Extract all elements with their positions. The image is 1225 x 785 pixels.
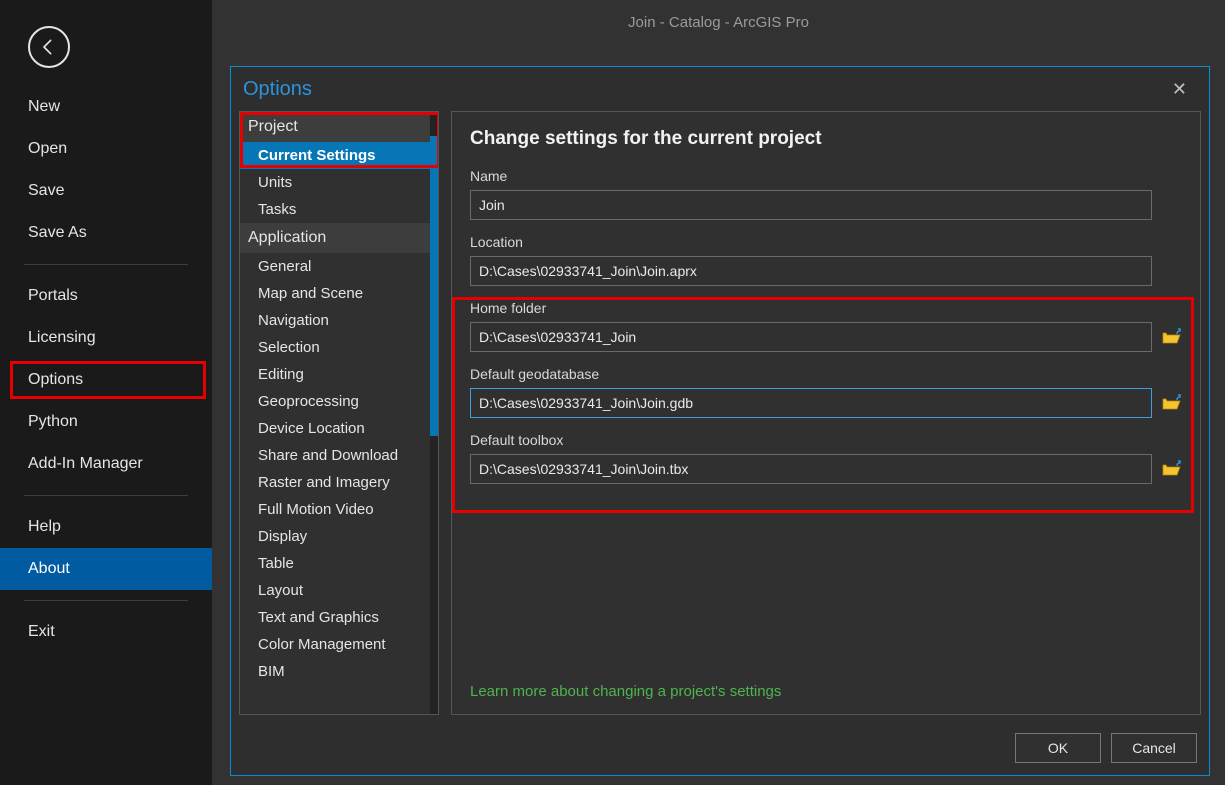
backstage-items: NewOpenSaveSave As PortalsLicensingOption… [0,86,212,653]
dialog-title: Options [243,78,312,101]
backstage-item-licensing[interactable]: Licensing [0,317,212,359]
tree-item-current-settings[interactable]: Current Settings [240,142,430,169]
tree-item-color-management[interactable]: Color Management [240,631,430,658]
browse-toolbox-button[interactable] [1162,460,1182,478]
folder-open-icon [1162,460,1182,478]
tree-item-raster-and-imagery[interactable]: Raster and Imagery [240,469,430,496]
options-tree-inner: ProjectCurrent SettingsUnitsTasksApplica… [240,112,430,714]
tree-item-table[interactable]: Table [240,550,430,577]
cancel-button[interactable]: Cancel [1111,733,1197,763]
back-button[interactable] [28,26,70,68]
dialog-body: ProjectCurrent SettingsUnitsTasksApplica… [239,111,1201,715]
tree-scroll-thumb[interactable] [430,136,438,436]
field-location: Location [470,234,1182,286]
panel-heading: Change settings for the current project [470,128,1182,150]
backstage-item-new[interactable]: New [0,86,212,128]
backstage-sidebar: NewOpenSaveSave As PortalsLicensingOption… [0,0,212,785]
browse-geodatabase-button[interactable] [1162,394,1182,412]
backstage-item-save-as[interactable]: Save As [0,212,212,254]
tree-item-bim[interactable]: BIM [240,658,430,685]
tree-item-device-location[interactable]: Device Location [240,415,430,442]
sidebar-separator [24,495,188,496]
home-folder-input[interactable] [470,322,1152,352]
location-label: Location [470,234,1182,250]
geodatabase-label: Default geodatabase [470,366,1182,382]
learn-more-link[interactable]: Learn more about changing a project's se… [470,683,781,700]
name-input[interactable] [470,190,1152,220]
tree-item-map-and-scene[interactable]: Map and Scene [240,280,430,307]
options-content-panel: Change settings for the current project … [451,111,1201,715]
tree-item-general[interactable]: General [240,253,430,280]
close-icon: ✕ [1172,79,1187,99]
backstage-item-open[interactable]: Open [0,128,212,170]
field-geodatabase: Default geodatabase [470,366,1182,418]
toolbox-label: Default toolbox [470,432,1182,448]
folder-open-icon [1162,394,1182,412]
backstage-item-help[interactable]: Help [0,506,212,548]
tree-category-project: Project [240,112,430,142]
toolbox-input[interactable] [470,454,1152,484]
backstage-item-save[interactable]: Save [0,170,212,212]
folder-open-icon [1162,328,1182,346]
backstage-item-exit[interactable]: Exit [0,611,212,653]
geodatabase-input[interactable] [470,388,1152,418]
field-home-folder: Home folder [470,300,1182,352]
field-toolbox: Default toolbox [470,432,1182,484]
sidebar-separator [24,600,188,601]
tree-item-tasks[interactable]: Tasks [240,196,430,223]
tree-item-display[interactable]: Display [240,523,430,550]
options-tree: ProjectCurrent SettingsUnitsTasksApplica… [239,111,439,715]
ok-button[interactable]: OK [1015,733,1101,763]
dialog-footer: OK Cancel [1015,733,1197,763]
browse-home-button[interactable] [1162,328,1182,346]
backstage-item-portals[interactable]: Portals [0,275,212,317]
backstage-item-add-in-manager[interactable]: Add-In Manager [0,443,212,485]
dialog-header: Options ✕ [231,67,1209,108]
tree-item-editing[interactable]: Editing [240,361,430,388]
tree-category-application: Application [240,223,430,253]
location-input[interactable] [470,256,1152,286]
tree-scrollbar[interactable] [430,112,438,714]
field-name: Name [470,168,1182,220]
name-label: Name [470,168,1182,184]
backstage-item-python[interactable]: Python [0,401,212,443]
tree-item-navigation[interactable]: Navigation [240,307,430,334]
tree-item-geoprocessing[interactable]: Geoprocessing [240,388,430,415]
options-dialog: Options ✕ ProjectCurrent SettingsUnitsTa… [230,66,1210,776]
arrow-left-icon [39,37,59,57]
tree-item-selection[interactable]: Selection [240,334,430,361]
home-folder-label: Home folder [470,300,1182,316]
tree-item-layout[interactable]: Layout [240,577,430,604]
tree-item-units[interactable]: Units [240,169,430,196]
backstage-item-about[interactable]: About [0,548,212,590]
backstage-item-options[interactable]: Options [0,359,212,401]
tree-item-full-motion-video[interactable]: Full Motion Video [240,496,430,523]
close-button[interactable]: ✕ [1166,77,1193,102]
tree-item-share-and-download[interactable]: Share and Download [240,442,430,469]
tree-item-text-and-graphics[interactable]: Text and Graphics [240,604,430,631]
sidebar-separator [24,264,188,265]
window-title: Join - Catalog - ArcGIS Pro [212,0,1225,60]
